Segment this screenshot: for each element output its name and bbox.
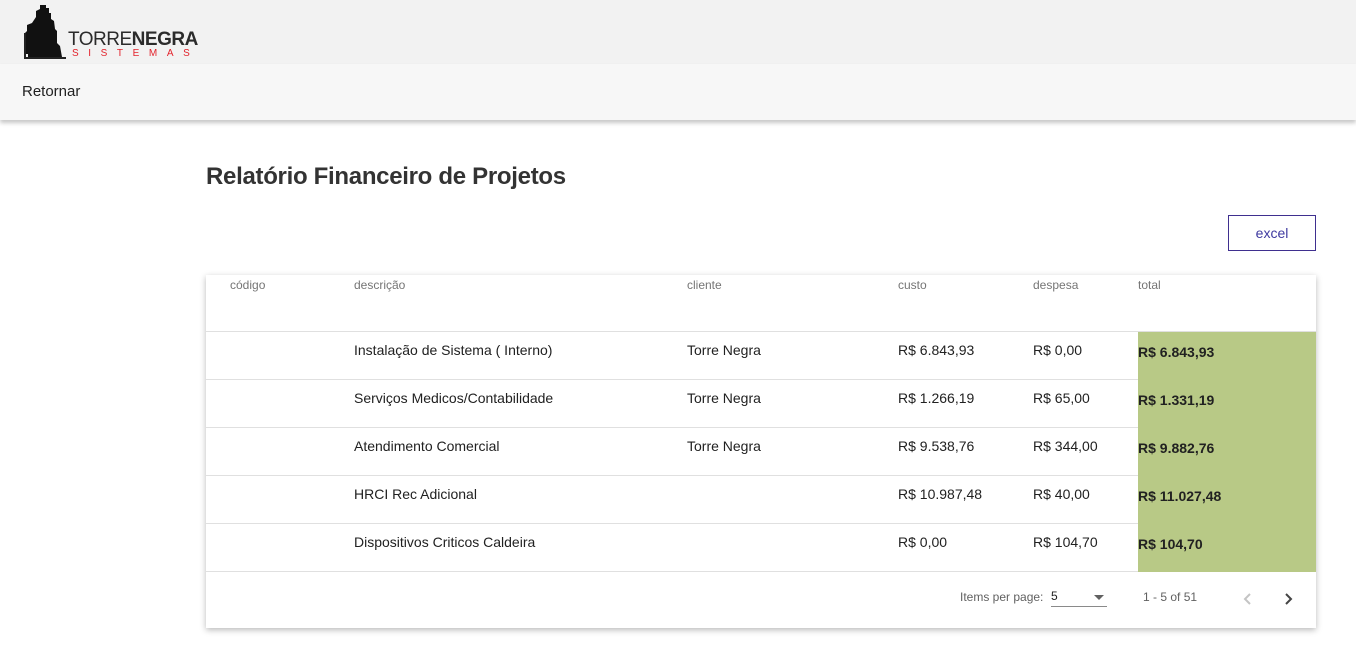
cell-client: Torre Negra [687, 438, 761, 454]
column-header-code[interactable]: código [230, 278, 265, 292]
cell-expense: R$ 104,70 [1033, 534, 1098, 550]
cell-expense: R$ 344,00 [1033, 438, 1098, 454]
page-title: Relatório Financeiro de Projetos [206, 163, 566, 190]
cell-expense: R$ 40,00 [1033, 486, 1090, 502]
cell-total: R$ 6.843,93 [1138, 332, 1316, 380]
cell-expense: R$ 65,00 [1033, 390, 1090, 406]
cell-total-value: R$ 6.843,93 [1138, 344, 1215, 360]
cell-total-value: R$ 11.027,48 [1138, 488, 1222, 504]
table-row[interactable]: Serviços Medicos/Contabilidade Torre Neg… [206, 380, 1316, 428]
cell-client: Torre Negra [687, 390, 761, 406]
table-header: código descrição cliente custo despesa t… [206, 275, 1316, 332]
cell-total-value: R$ 9.882,76 [1138, 440, 1215, 456]
cell-total-value: R$ 1.331,19 [1138, 392, 1215, 408]
cell-description: Dispositivos Criticos Caldeira [354, 534, 536, 550]
page-size-select[interactable]: 5 [1051, 587, 1107, 607]
nav-bar: Retornar [0, 64, 1356, 120]
cell-cost: R$ 1.266,19 [898, 390, 975, 406]
dropdown-arrow-icon [1094, 595, 1104, 600]
tower-logo-icon [24, 5, 66, 59]
torre-negra-logo: TORRENEGRA SISTEMAS [24, 5, 200, 59]
top-header: TORRENEGRA SISTEMAS [0, 0, 1356, 64]
cell-description: HRCI Rec Adicional [354, 486, 477, 502]
table-row[interactable]: Instalação de Sistema ( Interno) Torre N… [206, 332, 1316, 380]
column-header-expense[interactable]: despesa [1033, 278, 1078, 292]
column-header-total[interactable]: total [1138, 278, 1161, 292]
logo-wordmark: TORRENEGRA [68, 30, 198, 50]
table-paginator: Items per page: 5 1 - 5 of 51 [206, 572, 1316, 628]
cell-cost: R$ 9.538,76 [898, 438, 975, 454]
next-page-button[interactable] [1273, 584, 1303, 614]
cell-total: R$ 9.882,76 [1138, 428, 1316, 476]
cell-client: Torre Negra [687, 342, 761, 358]
cell-description: Instalação de Sistema ( Interno) [354, 342, 553, 358]
column-header-client[interactable]: cliente [687, 278, 722, 292]
cell-total-value: R$ 104,70 [1138, 536, 1203, 552]
excel-export-button[interactable]: excel [1228, 215, 1316, 251]
cell-total: R$ 11.027,48 [1138, 476, 1316, 524]
cell-description: Serviços Medicos/Contabilidade [354, 390, 554, 406]
column-header-cost[interactable]: custo [898, 278, 927, 292]
cell-cost: R$ 10.987,48 [898, 486, 983, 502]
cell-cost: R$ 6.843,93 [898, 342, 975, 358]
column-header-description[interactable]: descrição [354, 278, 405, 292]
projects-table: código descrição cliente custo despesa t… [206, 275, 1316, 628]
table-row[interactable]: Atendimento Comercial Torre Negra R$ 9.5… [206, 428, 1316, 476]
return-link[interactable]: Retornar [22, 83, 80, 100]
logo-subtitle: SISTEMAS [72, 48, 200, 59]
items-per-page-label: Items per page: [960, 590, 1044, 604]
cell-total: R$ 104,70 [1138, 524, 1316, 572]
cell-total: R$ 1.331,19 [1138, 380, 1316, 428]
page-range-label: 1 - 5 of 51 [1143, 590, 1198, 604]
cell-cost: R$ 0,00 [898, 534, 948, 550]
cell-expense: R$ 0,00 [1033, 342, 1083, 358]
table-row[interactable]: HRCI Rec Adicional R$ 10.987,48 R$ 40,00… [206, 476, 1316, 524]
logo-word-torre: TORRE [68, 29, 132, 50]
table-row[interactable]: Dispositivos Criticos Caldeira R$ 0,00 R… [206, 524, 1316, 572]
logo-word-negra: NEGRA [131, 29, 199, 50]
page-size-value: 5 [1051, 589, 1058, 603]
chevron-right-icon [1285, 593, 1293, 605]
cell-description: Atendimento Comercial [354, 438, 500, 454]
previous-page-button[interactable] [1233, 584, 1263, 614]
chevron-left-icon [1243, 593, 1251, 605]
